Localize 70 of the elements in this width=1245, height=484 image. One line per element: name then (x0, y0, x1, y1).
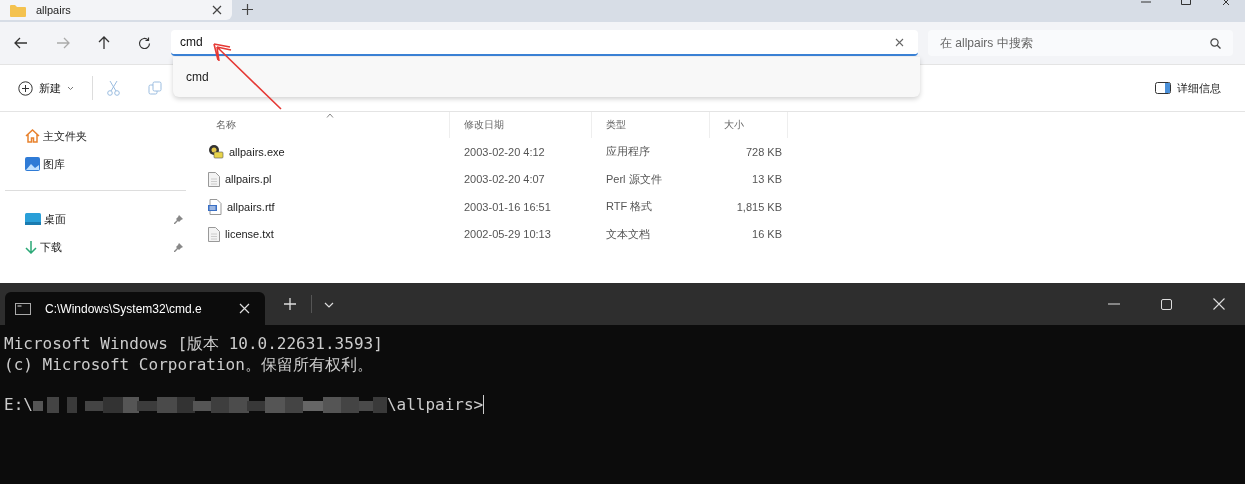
console-line: (c) Microsoft Corporation。保留所有权利。 (4, 354, 373, 375)
details-button[interactable]: 详细信息 (1151, 76, 1225, 100)
file-name[interactable]: allpairs.rtf (227, 200, 275, 213)
sort-caret-icon (325, 113, 334, 118)
sidebar-label: 主文件夹 (43, 128, 87, 144)
file-size: 13 KB (751, 173, 783, 186)
search-icon (1210, 37, 1221, 49)
chevron-down-icon[interactable] (324, 302, 334, 308)
file-size: 16 KB (751, 228, 783, 241)
sidebar-label: 图库 (43, 156, 65, 172)
details-pane-icon (1155, 82, 1171, 94)
modified-date: 2003-02-20 4:12 (463, 145, 546, 158)
minimize-icon[interactable] (1141, 0, 1151, 4)
folder-icon (10, 3, 26, 17)
annotation-arrow (211, 41, 283, 111)
new-button[interactable]: 新建 (14, 76, 78, 100)
column-header[interactable]: 大小 (710, 112, 788, 138)
file-size: 1,815 KB (735, 200, 783, 213)
tab-title: allpairs (36, 4, 72, 16)
sidebar-item[interactable]: 主文件夹 (0, 122, 190, 150)
back-icon[interactable] (14, 37, 28, 49)
clear-icon[interactable] (895, 37, 904, 47)
document-icon (208, 198, 222, 215)
refresh-icon[interactable] (138, 36, 151, 50)
console-line: Microsoft Windows [版本 10.0.22631.3593] (4, 333, 383, 354)
sidebar-item[interactable]: 图库 (0, 150, 190, 178)
download-icon (25, 240, 37, 254)
new-tab-icon[interactable] (242, 4, 253, 15)
file-type: Perl 源文件 (605, 171, 663, 187)
text-cursor (483, 395, 485, 414)
search-field[interactable]: 在 allpairs 中搜索 (928, 30, 1233, 56)
column-header[interactable]: 名称 (202, 112, 450, 138)
up-icon[interactable] (98, 36, 110, 50)
prompt-path: \allpairs> (386, 394, 484, 415)
file-name[interactable]: license.txt (225, 228, 274, 241)
file-size: 728 KB (744, 145, 783, 158)
file-type: RTF 格式 (605, 199, 654, 215)
plus-circle-icon (18, 80, 33, 96)
file-type: 应用程序 (605, 144, 651, 160)
maximize-icon[interactable] (1181, 0, 1191, 5)
caret-icon (67, 85, 74, 91)
column-header[interactable]: 修改日期 (450, 112, 592, 138)
text-file-icon (208, 171, 220, 187)
sidebar-label: 桌面 (44, 211, 66, 227)
modified-date: 2002-05-29 10:13 (463, 228, 552, 241)
desktop-icon (25, 213, 41, 225)
gallery-icon (25, 157, 40, 171)
prompt-path: E:\ (4, 394, 33, 415)
text-file-icon (208, 226, 220, 242)
pin-icon (174, 214, 183, 224)
address-field[interactable]: cmd (171, 30, 918, 56)
home-icon (25, 129, 40, 143)
application-icon (208, 144, 224, 160)
explorer-tab[interactable]: allpairs (0, 0, 232, 20)
file-name[interactable]: allpairs.exe (229, 145, 285, 158)
column-header[interactable]: 类型 (592, 112, 710, 138)
tab-title: C:\Windows\System32\cmd.e (45, 301, 203, 316)
pin-icon (174, 242, 183, 252)
terminal-tab[interactable]: C:\Windows\System32\cmd.e (5, 292, 265, 325)
modified-date: 2003-01-16 16:51 (463, 200, 552, 213)
sidebar-item[interactable]: 桌面 (0, 205, 190, 233)
file-type: 文本文档 (605, 226, 651, 242)
close-icon[interactable] (212, 5, 222, 15)
modified-date: 2003-02-20 4:07 (463, 173, 546, 186)
close-icon[interactable] (1221, 0, 1231, 5)
file-name[interactable]: allpairs.pl (225, 173, 272, 186)
suggestion-item[interactable]: cmd (186, 70, 209, 84)
terminal-icon (15, 302, 31, 315)
sidebar-item[interactable]: 下载 (0, 233, 190, 261)
sidebar-label: 下载 (40, 239, 62, 255)
